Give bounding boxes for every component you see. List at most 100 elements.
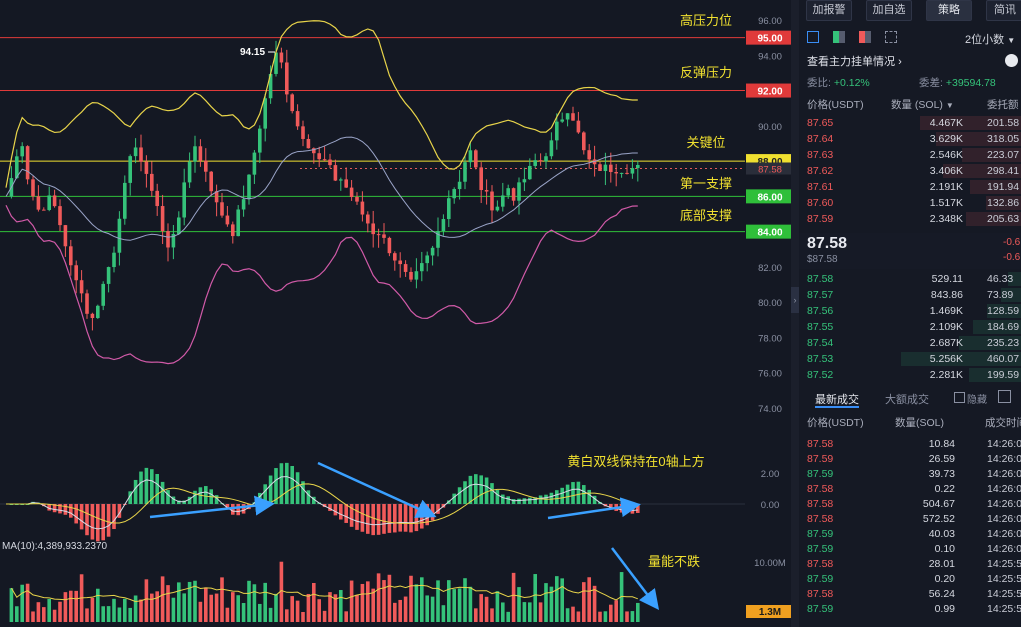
candle — [463, 162, 467, 182]
row-price: 87.63 — [807, 149, 834, 161]
candle — [263, 98, 267, 129]
add-watchlist-button[interactable]: 加自选 — [866, 0, 912, 21]
level-annotation: 第一支撑 — [680, 176, 732, 191]
tab-news[interactable]: 简讯 — [986, 0, 1021, 21]
candle — [96, 305, 100, 318]
trade-row[interactable]: 87.58 572.52 14:26:0 — [799, 512, 1021, 527]
level-annotation: 关键位 — [686, 135, 725, 150]
candle — [306, 138, 311, 149]
volume-bar — [85, 608, 89, 622]
trade-row[interactable]: 87.59 0.10 14:26:0 — [799, 542, 1021, 557]
row-qty: 843.86 — [930, 289, 963, 301]
row-total: 132.86 — [987, 197, 1020, 209]
trade-row[interactable]: 87.59 39.73 14:26:0 — [799, 467, 1021, 482]
ask-row[interactable]: 87.65 4.467K 201.58 — [799, 116, 1021, 131]
volume-bar — [20, 584, 24, 622]
candle — [47, 195, 51, 210]
macd-bar — [528, 497, 532, 504]
bid-row[interactable]: 87.52 2.281K 199.59 — [799, 368, 1021, 383]
volume-bar — [144, 579, 149, 622]
chart-canvas[interactable]: 95.00高压力位92.00反弹压力88.00关键位86.00第一支撑84.00… — [0, 0, 799, 627]
volume-bar — [355, 594, 359, 622]
ask-row[interactable]: 87.61 2.191K 191.94 — [799, 180, 1021, 195]
settings-icon[interactable] — [998, 390, 1011, 403]
candle — [560, 119, 564, 122]
orderbook-both-icon[interactable] — [807, 31, 819, 43]
bid-row[interactable]: 87.58 529.11 46.33 — [799, 272, 1021, 287]
row-price: 87.58 — [807, 513, 834, 525]
row-total: 14:25:5 — [987, 573, 1021, 585]
panel-divider[interactable] — [791, 0, 799, 627]
add-alert-button[interactable]: 加报警 — [806, 0, 852, 21]
volume-bar — [528, 602, 532, 622]
macd-bar — [204, 486, 208, 504]
volume-bar — [106, 606, 111, 622]
macd-bar — [490, 483, 494, 504]
trade-row[interactable]: 87.59 40.03 14:26:0 — [799, 527, 1021, 542]
volume-bar — [506, 611, 510, 622]
trade-row[interactable]: 87.59 0.99 14:25:5 — [799, 602, 1021, 617]
order-ratio: 委比: +0.12% — [807, 75, 870, 90]
trade-row[interactable]: 87.58 56.24 14:25:5 — [799, 587, 1021, 602]
volume-bar — [414, 584, 419, 622]
volume-bar — [441, 605, 446, 622]
volume-bar — [258, 603, 262, 622]
ask-row[interactable]: 87.63 2.546K 223.07 — [799, 148, 1021, 163]
hide-checkbox[interactable] — [954, 392, 965, 403]
bid-row[interactable]: 87.55 2.109K 184.69 — [799, 320, 1021, 335]
ask-row[interactable]: 87.64 3.629K 318.05 — [799, 132, 1021, 147]
volume-bar — [452, 589, 456, 622]
macd-bar — [333, 504, 338, 516]
candle — [333, 165, 338, 181]
collapse-panel-icon[interactable]: › — [791, 287, 799, 313]
candlestick-chart[interactable]: 95.00高压力位92.00反弹压力88.00关键位86.00第一支撑84.00… — [0, 0, 799, 627]
orderbook-bids-icon[interactable] — [833, 31, 845, 43]
volume-bar — [117, 607, 122, 622]
candle — [101, 283, 105, 306]
decimal-select-value: 2位小数 — [965, 34, 1005, 46]
volume-bar — [69, 590, 73, 622]
orderbook-title[interactable]: 查看主力挂单情况 › — [807, 53, 902, 69]
macd-bar — [452, 493, 456, 504]
candle — [355, 197, 359, 202]
bid-row[interactable]: 87.56 1.469K 128.59 — [799, 304, 1021, 319]
trade-row[interactable]: 87.58 0.22 14:26:0 — [799, 482, 1021, 497]
ask-row[interactable]: 87.62 3.406K 298.41 — [799, 164, 1021, 179]
volume-bar — [15, 606, 19, 622]
volume-bar — [220, 577, 224, 622]
bid-row[interactable]: 87.53 5.256K 460.07 — [799, 352, 1021, 367]
bid-row[interactable]: 87.57 843.86 73.89 — [799, 288, 1021, 303]
macd-bar — [403, 504, 408, 532]
decimal-select[interactable]: 2位小数 ▼ — [965, 31, 1015, 47]
macd-bar — [517, 498, 521, 504]
row-total: 460.07 — [987, 353, 1020, 365]
toggle-switch[interactable] — [1005, 54, 1018, 67]
trade-row[interactable]: 87.58 504.67 14:26:0 — [799, 497, 1021, 512]
trade-row[interactable]: 87.58 28.01 14:25:5 — [799, 557, 1021, 572]
candle — [166, 231, 170, 248]
trade-row[interactable]: 87.58 10.84 14:26:0 — [799, 437, 1021, 452]
trade-row[interactable]: 87.59 0.20 14:25:5 — [799, 572, 1021, 587]
orderbook-asks-icon[interactable] — [859, 31, 871, 43]
macd-bar — [522, 498, 527, 504]
candle — [339, 179, 343, 181]
volume-bars-group — [9, 561, 640, 622]
tab-large-trades[interactable]: 大额成交 — [885, 391, 929, 407]
ask-row[interactable]: 87.59 2.348K 205.63 — [799, 212, 1021, 227]
header-qty[interactable]: 数量 (SOL) ▼ — [891, 98, 954, 113]
volume-bar — [274, 593, 278, 622]
orderbook-grid-icon[interactable] — [885, 31, 897, 43]
ask-row[interactable]: 87.60 1.517K 132.86 — [799, 196, 1021, 211]
candle — [625, 172, 629, 174]
row-qty: 504.67 — [922, 498, 955, 510]
tab-latest-trades[interactable]: 最新成交 — [815, 391, 859, 407]
candle — [231, 224, 235, 237]
row-price: 87.59 — [807, 528, 834, 540]
macd-bar — [285, 462, 289, 504]
tab-strategy[interactable]: 策略 — [926, 0, 972, 21]
candle — [495, 206, 500, 211]
trend-arrow — [149, 495, 275, 519]
trade-row[interactable]: 87.59 26.59 14:26:0 — [799, 452, 1021, 467]
bid-row[interactable]: 87.54 2.687K 235.23 — [799, 336, 1021, 351]
macd-bar — [463, 481, 467, 504]
